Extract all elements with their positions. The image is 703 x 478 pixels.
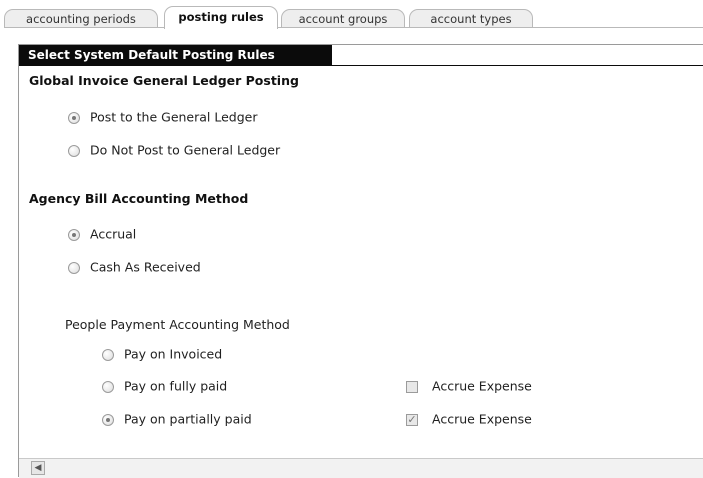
- pay-on-partially-paid-option[interactable]: Pay on partially paid: [102, 411, 252, 427]
- tab-accounting-periods[interactable]: accounting periods: [4, 9, 158, 28]
- pay-on-fully-paid-radio[interactable]: [102, 380, 114, 393]
- pay-on-partially-paid-radio[interactable]: [102, 413, 114, 426]
- tab-account-groups[interactable]: account groups: [281, 9, 405, 28]
- accrue-expense-fully-paid-label: Accrue Expense: [432, 378, 532, 394]
- accrual-option[interactable]: Accrual: [68, 226, 136, 242]
- do-not-post-radio[interactable]: [68, 144, 80, 157]
- post-to-ledger-option[interactable]: Post to the General Ledger: [68, 109, 258, 125]
- accrue-expense-partially-paid-label: Accrue Expense: [432, 411, 532, 427]
- pay-on-fully-paid-label: Pay on fully paid: [124, 378, 228, 394]
- pay-on-fully-paid-option[interactable]: Pay on fully paid: [102, 378, 227, 394]
- agency-bill-title: Agency Bill Accounting Method: [29, 191, 249, 206]
- cash-as-received-label: Cash As Received: [90, 259, 201, 275]
- accrue-expense-fully-paid-checkbox[interactable]: [406, 380, 418, 393]
- do-not-post-label: Do Not Post to General Ledger: [90, 142, 281, 158]
- post-to-ledger-radio[interactable]: [68, 111, 80, 124]
- pay-on-invoiced-radio[interactable]: [102, 348, 114, 361]
- cash-as-received-option[interactable]: Cash As Received: [68, 259, 201, 275]
- do-not-post-option[interactable]: Do Not Post to General Ledger: [68, 142, 280, 158]
- posting-rules-panel: Select System Default Posting Rules Glob…: [18, 44, 703, 478]
- accrue-expense-partially-paid[interactable]: ✓ Accrue Expense: [406, 411, 532, 427]
- tab-posting-rules[interactable]: posting rules: [164, 6, 278, 29]
- cash-as-received-radio[interactable]: [68, 261, 80, 274]
- tab-account-types[interactable]: account types: [409, 9, 533, 28]
- tab-baseline: [4, 27, 703, 28]
- accrue-expense-partially-paid-checkbox[interactable]: ✓: [406, 413, 418, 426]
- horizontal-scrollbar[interactable]: ◀: [19, 458, 703, 478]
- panel-header-divider: [332, 65, 703, 66]
- people-payment-title: People Payment Accounting Method: [65, 317, 290, 332]
- pay-on-partially-paid-label: Pay on partially paid: [124, 411, 252, 427]
- accrual-radio[interactable]: [68, 228, 80, 241]
- chevron-left-icon[interactable]: ◀: [31, 461, 45, 475]
- accrue-expense-fully-paid[interactable]: Accrue Expense: [406, 378, 532, 394]
- pay-on-invoiced-option[interactable]: Pay on Invoiced: [102, 346, 222, 362]
- tab-bar: accounting periods posting rules account…: [4, 6, 703, 29]
- accrual-label: Accrual: [90, 226, 137, 242]
- post-to-ledger-label: Post to the General Ledger: [90, 109, 258, 125]
- pay-on-invoiced-label: Pay on Invoiced: [124, 346, 223, 362]
- panel-header: Select System Default Posting Rules: [19, 45, 332, 66]
- global-invoice-title: Global Invoice General Ledger Posting: [29, 73, 299, 88]
